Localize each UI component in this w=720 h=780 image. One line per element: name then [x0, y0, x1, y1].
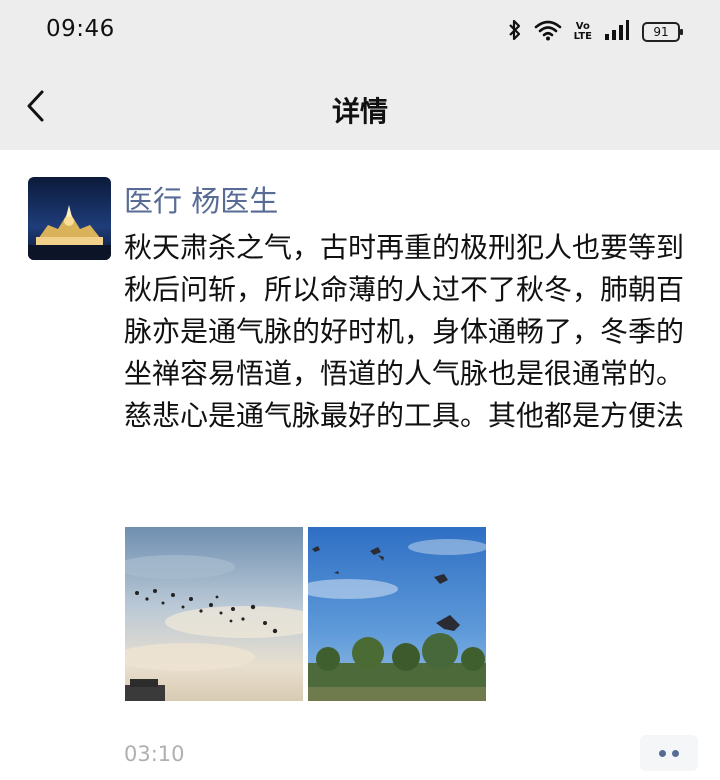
status-time: 09:46 — [46, 16, 115, 42]
status-bar: 09:46 Vo LTE 91 — [0, 0, 720, 64]
battery-icon: 91 — [642, 22, 683, 42]
post-photo-1[interactable] — [125, 527, 303, 701]
signal-icon — [604, 19, 630, 45]
more-dots-icon — [672, 749, 679, 757]
battery-level: 91 — [653, 25, 669, 39]
post-text: 秋天肃杀之气，古时再重的极刑犯人也要等到秋后问斩，所以命薄的人过不了秋冬，肺朝百… — [124, 231, 685, 432]
wifi-icon — [534, 19, 562, 45]
volte-icon: Vo LTE — [574, 22, 592, 42]
more-button[interactable] — [640, 735, 698, 771]
avatar[interactable] — [28, 177, 111, 260]
more-dots-icon — [659, 749, 666, 757]
volte-bottom-text: LTE — [573, 31, 592, 42]
post-photo-2[interactable] — [308, 527, 486, 701]
post-timestamp: 03:10 — [124, 742, 185, 766]
status-icons: Vo LTE 91 — [508, 18, 683, 46]
bluetooth-icon — [508, 18, 522, 46]
nav-bar: 详情 — [0, 64, 720, 150]
author-name[interactable]: 医行 杨医生 — [124, 178, 278, 220]
post-detail: 医行 杨医生 秋天肃杀之气，古时再重的极刑犯人也要等到秋后问斩，所以命薄的人过不… — [0, 150, 720, 780]
page-title: 详情 — [331, 95, 388, 128]
